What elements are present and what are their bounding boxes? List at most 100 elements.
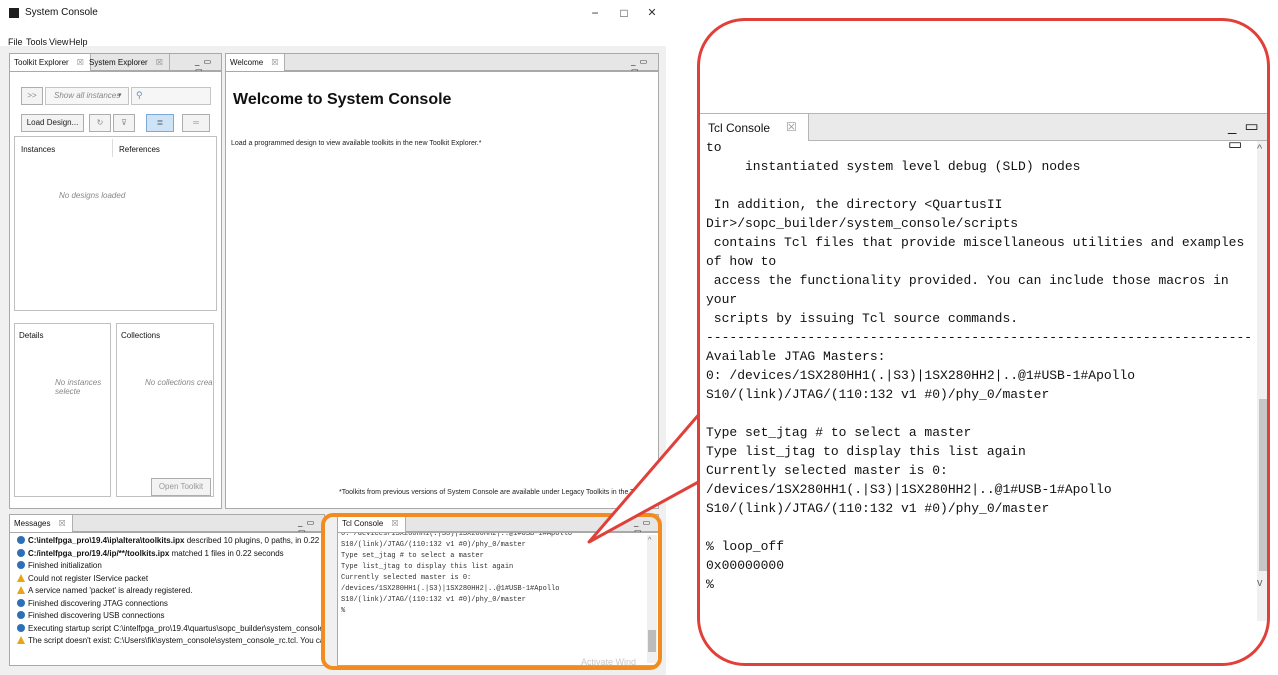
message-path: C:/intelfpga_pro/19.4/ip/**/toolkits.ipx bbox=[28, 548, 170, 558]
tab-toolkit-explorer[interactable]: Toolkit Explorer ☒ bbox=[10, 54, 91, 71]
collections-empty-text: No collections create bbox=[145, 378, 214, 387]
message-row[interactable]: Finished discovering USB connections bbox=[17, 610, 165, 621]
column-instances: Instances bbox=[21, 145, 56, 154]
message-text: Could not register IService packet bbox=[28, 573, 149, 583]
tcl-line: S10/(link)/JTAG/(110:132 v1 #0)/phy_0/ma… bbox=[706, 501, 1050, 516]
welcome-tabbar: Welcome☒ _ ▭ ▭ bbox=[225, 53, 659, 75]
scroll-up-icon[interactable]: ^ bbox=[1257, 143, 1262, 155]
zoomed-tcl-console-callout: Tcl Console ☒ _ ▭ ▭ to instantiated syst… bbox=[697, 18, 1270, 666]
tcl-line: 0x00000000 bbox=[706, 558, 785, 573]
callout-pointer bbox=[587, 410, 704, 544]
zoom-tcl-tabbar: Tcl Console ☒ _ ▭ ▭ bbox=[700, 113, 1267, 153]
tcl-line: % bbox=[706, 577, 714, 592]
menu-help[interactable]: Help bbox=[69, 37, 88, 47]
menu-tools[interactable]: Tools bbox=[26, 37, 47, 47]
toolkit-explorer-tabbar: Toolkit Explorer☒ System Explorer☒ _ ▭ ▭ bbox=[9, 53, 222, 75]
message-row[interactable]: Finished discovering JTAG connections bbox=[17, 598, 168, 609]
load-design-button[interactable]: Load Design... bbox=[21, 114, 84, 132]
warning-icon bbox=[17, 636, 25, 644]
info-icon bbox=[17, 536, 25, 544]
message-row[interactable]: Finished initialization bbox=[17, 560, 102, 571]
tab-messages[interactable]: Messages ☒ bbox=[10, 515, 73, 532]
tcl-line: instantiated system level debug (SLD) no… bbox=[706, 159, 1081, 174]
tcl-line: Type set_jtag # to select a master bbox=[706, 425, 972, 440]
tcl-line: Dir>/sopc_builder/system_console/scripts bbox=[706, 216, 1019, 231]
scrollbar-thumb[interactable] bbox=[1259, 399, 1267, 571]
tree-view-icon[interactable]: ═ bbox=[182, 114, 210, 132]
warning-icon bbox=[17, 586, 25, 594]
menu-file[interactable]: File bbox=[8, 37, 23, 47]
tcl-line: ----------------------------------------… bbox=[706, 330, 1253, 345]
tcl-line: scripts by issuing Tcl source commands. bbox=[706, 311, 1019, 326]
tab-system-explorer[interactable]: System Explorer ☒ bbox=[85, 54, 170, 71]
welcome-body: Load a programmed design to view availab… bbox=[231, 140, 482, 147]
message-text: matched 1 files in 0.22 seconds bbox=[169, 548, 284, 558]
info-icon bbox=[17, 561, 25, 569]
message-text: A service named 'packet' is already regi… bbox=[28, 586, 193, 595]
callout-arrow bbox=[587, 410, 704, 544]
refresh-icon[interactable]: ↻ bbox=[89, 114, 111, 132]
tcl-line: to bbox=[706, 141, 722, 155]
details-label: Details bbox=[19, 331, 44, 340]
list-view-icon[interactable]: ≣ bbox=[146, 114, 174, 132]
message-text: Finished initialization bbox=[28, 561, 102, 570]
title-bar bbox=[0, 0, 666, 26]
message-row[interactable]: Executing startup script C:\intelfpga_pr… bbox=[17, 623, 324, 634]
message-text: described 10 plugins, 0 paths, in 0.22 bbox=[184, 536, 320, 545]
close-tab-icon[interactable]: ☒ bbox=[786, 120, 797, 134]
tcl-line: Type list_jtag to display this list agai… bbox=[706, 444, 1026, 459]
zoom-tab-label: Tcl Console bbox=[708, 121, 771, 135]
menu-bar bbox=[0, 26, 666, 46]
info-icon bbox=[17, 623, 25, 632]
message-row[interactable]: C:\intelfpga_pro\19.4\ip\altera\toolkits… bbox=[17, 535, 319, 546]
info-icon bbox=[17, 598, 25, 607]
message-row[interactable]: A service named 'packet' is already regi… bbox=[17, 585, 192, 596]
instance-filter-select[interactable]: Show all instances ▾ bbox=[45, 87, 129, 105]
messages-panel: C:\intelfpga_pro\19.4\ip\altera\toolkits… bbox=[9, 532, 325, 666]
message-text: The script doesn't exist: C:\Users\fik\s… bbox=[28, 636, 325, 645]
messages-tabbar: Messages☒ _ ▭ ▭ bbox=[9, 514, 325, 536]
message-row[interactable]: C:/intelfpga_pro/19.4/ip/**/toolkits.ipx… bbox=[17, 548, 284, 559]
tab-welcome[interactable]: Welcome ☒ bbox=[226, 54, 286, 71]
search-input[interactable]: ⚲ bbox=[131, 87, 211, 105]
zoom-scrollbar[interactable]: ^ v bbox=[1257, 141, 1267, 621]
tcl-line: of how to bbox=[706, 254, 777, 269]
zoom-tcl-console-output: to instantiated system level debug (SLD)… bbox=[700, 141, 1260, 641]
warning-icon bbox=[17, 573, 25, 582]
tcl-line: access the functionality provided. You c… bbox=[706, 273, 1229, 288]
tcl-line: Currently selected master is 0: bbox=[706, 463, 948, 478]
maximize-button[interactable]: □ bbox=[609, 2, 639, 24]
empty-instances-text: No designs loaded bbox=[59, 191, 126, 200]
info-icon bbox=[17, 611, 25, 619]
column-references: References bbox=[119, 145, 160, 154]
collections-label: Collections bbox=[121, 331, 161, 340]
collections-pane: Collections No collections create bbox=[116, 323, 214, 497]
message-row[interactable]: Could not register IService packet bbox=[17, 573, 148, 584]
toolkit-explorer-panel: >> Show all instances ▾ ⚲ Load Design...… bbox=[9, 71, 222, 509]
filter-toggle-button[interactable]: >> bbox=[21, 87, 43, 105]
message-text: Executing startup script C:\intelfpga_pr… bbox=[28, 623, 324, 633]
tcl-line: your bbox=[706, 292, 738, 307]
tcl-line: contains Tcl files that provide miscella… bbox=[706, 235, 1245, 250]
tcl-line: % loop_off bbox=[706, 539, 785, 554]
zoom-tab-tcl-console[interactable]: Tcl Console ☒ bbox=[700, 114, 809, 141]
tcl-line: /devices/1SX280HH1(.|S3)|1SX280HH2|..@1#… bbox=[706, 482, 1112, 497]
filter-icon[interactable]: ⊽ bbox=[113, 114, 135, 132]
menu-view[interactable]: View bbox=[49, 37, 68, 47]
chevron-down-icon: ▾ bbox=[118, 92, 122, 99]
column-divider bbox=[112, 139, 113, 157]
tcl-line: 0: /devices/1SX280HH1(.|S3)|1SX280HH2|..… bbox=[706, 368, 1136, 383]
scroll-down-icon[interactable]: v bbox=[1257, 577, 1263, 589]
open-toolkit-button[interactable]: Open Toolkit bbox=[151, 478, 211, 496]
close-button[interactable]: ✕ bbox=[637, 2, 666, 24]
messages-list: C:\intelfpga_pro\19.4\ip\altera\toolkits… bbox=[10, 533, 324, 665]
instances-table: Instances References No designs loaded bbox=[14, 136, 217, 311]
search-icon: ⚲ bbox=[136, 90, 143, 100]
message-text: Finished discovering USB connections bbox=[28, 611, 165, 620]
window-title: System Console bbox=[25, 7, 98, 18]
tcl-line: Available JTAG Masters: bbox=[706, 349, 886, 364]
message-row[interactable]: The script doesn't exist: C:\Users\fik\s… bbox=[17, 635, 325, 646]
details-pane: Details No instances selecte bbox=[14, 323, 111, 497]
app-icon bbox=[9, 8, 19, 18]
minimize-button[interactable]: − bbox=[580, 2, 610, 24]
